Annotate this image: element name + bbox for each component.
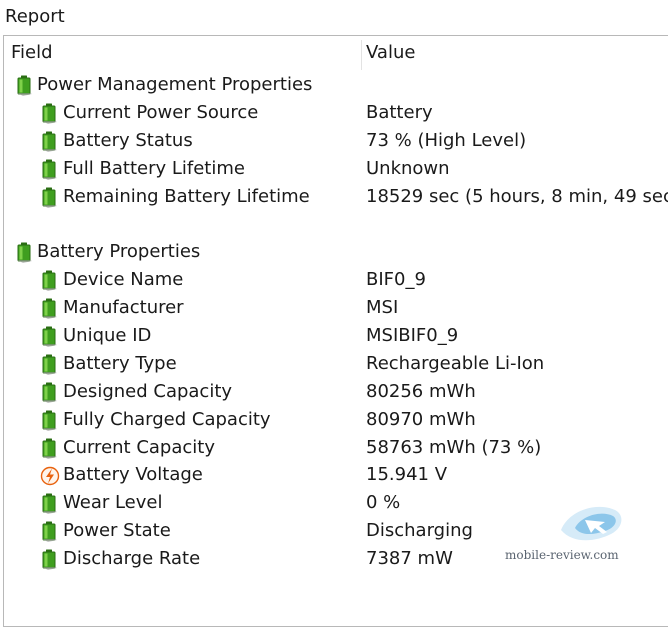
field-value: MSIBIF0_9 [366, 325, 459, 347]
battery-icon [42, 549, 57, 571]
field-label: Unique ID [63, 325, 152, 347]
field-label: Full Battery Lifetime [63, 157, 245, 179]
battery-icon [42, 438, 57, 459]
battery-icon [42, 326, 57, 348]
table-row[interactable]: Battery Type Rechargeable Li-Ion [4, 350, 668, 378]
battery-icon [42, 521, 57, 543]
field-label: Fully Charged Capacity [63, 408, 271, 430]
field-value: MSI [366, 297, 399, 319]
section-row[interactable]: Power Management Properties [4, 71, 668, 99]
field-label: Device Name [63, 269, 184, 291]
field-value: Unknown [366, 157, 450, 179]
battery-icon [42, 382, 57, 403]
field-label: Manufacturer [63, 297, 184, 319]
battery-icon [17, 75, 32, 96]
field-value: 18529 sec (5 hours, 8 min, 49 sec) [366, 185, 668, 207]
voltage-icon [40, 467, 60, 486]
field-label: Battery Type [63, 352, 177, 374]
report-rows: Power Management Properties Current Power… [4, 71, 668, 573]
field-value: 58763 mWh (73 %) [366, 436, 542, 458]
battery-icon [42, 159, 57, 180]
table-row[interactable]: Current Capacity 58763 mWh (73 %) [4, 434, 668, 462]
field-value: 80970 mWh [366, 408, 476, 430]
table-row[interactable]: Full Battery Lifetime Unknown [4, 155, 668, 183]
field-label: Power State [63, 520, 171, 542]
field-label: Designed Capacity [63, 380, 233, 402]
report-title: Report [5, 6, 65, 27]
table-row[interactable]: Designed Capacity 80256 mWh [4, 378, 668, 406]
field-label: Remaining Battery Lifetime [63, 185, 310, 207]
spacer-row [4, 210, 668, 238]
field-value: BIF0_9 [366, 269, 426, 291]
battery-icon [42, 103, 57, 124]
table-row[interactable]: Manufacturer MSI [4, 294, 668, 322]
field-value: Battery [366, 101, 433, 123]
field-value: Rechargeable Li-Ion [366, 352, 545, 374]
column-divider[interactable] [361, 40, 362, 70]
table-row[interactable]: Battery Voltage 15.941 V [4, 461, 668, 489]
field-value: 7387 mW [366, 548, 453, 570]
field-label: Current Power Source [63, 101, 259, 123]
section-title: Battery Properties [37, 241, 201, 263]
battery-icon [42, 187, 57, 208]
battery-icon [42, 354, 57, 375]
field-label: Wear Level [63, 492, 163, 514]
table-row[interactable]: Current Power Source Battery [4, 99, 668, 127]
table-row[interactable]: Battery Status 73 % (High Level) [4, 127, 668, 155]
battery-icon [42, 298, 57, 320]
battery-icon [42, 410, 57, 431]
battery-icon [17, 242, 32, 264]
battery-icon [42, 131, 57, 152]
column-header-field[interactable]: Field [11, 36, 53, 70]
table-row[interactable]: Fully Charged Capacity 80970 mWh [4, 406, 668, 434]
field-value: 15.941 V [366, 464, 448, 486]
field-value: 0 % [366, 492, 401, 514]
field-label: Current Capacity [63, 436, 215, 458]
battery-icon [42, 270, 57, 292]
section-title: Power Management Properties [37, 74, 313, 95]
table-row[interactable]: Remaining Battery Lifetime 18529 sec (5 h… [4, 183, 668, 211]
field-value: 73 % (High Level) [366, 129, 527, 151]
table-row[interactable]: Device Name BIF0_9 [4, 266, 668, 294]
column-header-value[interactable]: Value [366, 36, 415, 70]
watermark-text: mobile-review.com [505, 548, 619, 562]
field-label: Battery Status [63, 129, 193, 151]
field-value: 80256 mWh [366, 380, 476, 402]
battery-icon [42, 493, 57, 515]
mobile-review-logo-icon [561, 506, 622, 541]
section-row[interactable]: Battery Properties [4, 238, 668, 266]
field-value: Discharging [366, 520, 473, 542]
table-row[interactable]: Unique ID MSIBIF0_9 [4, 322, 668, 350]
field-label: Discharge Rate [63, 548, 201, 570]
field-label: Battery Voltage [63, 464, 203, 486]
watermark: mobile-review.com [505, 500, 645, 580]
